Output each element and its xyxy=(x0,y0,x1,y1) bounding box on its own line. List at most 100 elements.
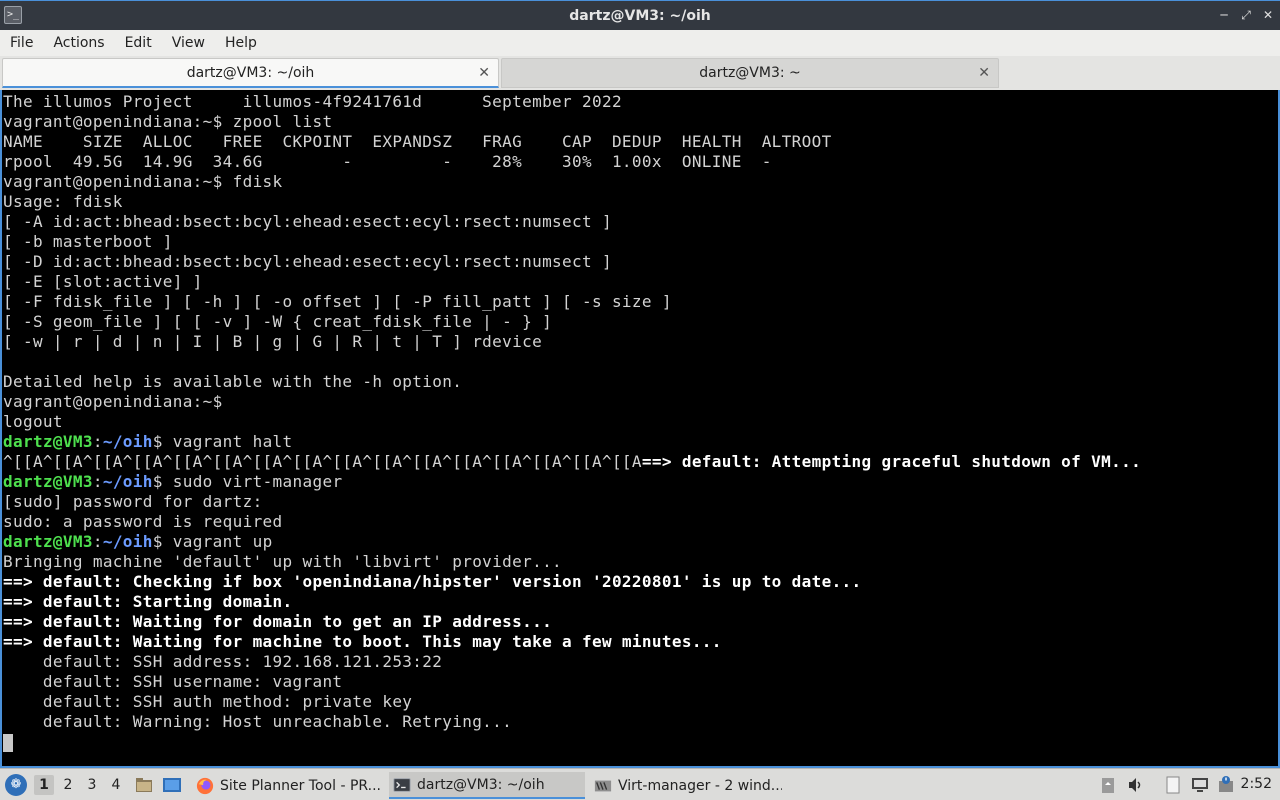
terminal-line: [ -E [slot:active] ] xyxy=(3,272,1278,292)
terminal-icon xyxy=(393,777,411,792)
terminal-output[interactable]: The illumos Project illumos-4f9241761d S… xyxy=(0,90,1280,768)
terminal-line: dartz@VM3:~/oih$ sudo virt-manager xyxy=(3,472,1278,492)
show-desktop-icon[interactable] xyxy=(162,775,182,795)
terminal-text: [ -b masterboot ] xyxy=(3,232,173,251)
terminal-text: dartz@VM3 xyxy=(3,532,93,551)
terminal-text: default: Warning: Host unreachable. Retr… xyxy=(3,712,513,731)
terminal-line: logout xyxy=(3,412,1278,432)
terminal-text: ==> default: Waiting for domain to get a… xyxy=(3,612,553,631)
terminal-text: [ -S geom_file ] [ [ -v ] -W { creat_fdi… xyxy=(3,312,553,331)
clock[interactable]: 2:52 xyxy=(1241,776,1272,792)
terminal-line: ==> default: Waiting for domain to get a… xyxy=(3,612,1278,632)
tab-oih[interactable]: dartz@VM3: ~/oih ✕ xyxy=(2,58,499,88)
close-tab-icon[interactable]: ✕ xyxy=(978,65,990,81)
tab-label: dartz@VM3: ~/oih xyxy=(186,64,315,81)
terminal-line: ^[[A^[[A^[[A^[[A^[[A^[[A^[[A^[[A^[[A^[[A… xyxy=(3,452,1278,472)
terminal-line: ==> default: Waiting for machine to boot… xyxy=(3,632,1278,652)
terminal-cursor xyxy=(3,733,13,752)
update-notifier-icon[interactable] xyxy=(1216,775,1236,795)
terminal-line: ==> default: Checking if box 'openindian… xyxy=(3,572,1278,592)
terminal-cursor-line xyxy=(3,732,1278,752)
terminal-app-icon[interactable]: >_ xyxy=(4,6,22,24)
restore-icon[interactable]: ⤢ xyxy=(1238,7,1254,23)
terminal-line: default: Warning: Host unreachable. Retr… xyxy=(3,712,1278,732)
workspace-3[interactable]: 3 xyxy=(82,775,102,795)
menu-view[interactable]: View xyxy=(162,35,215,51)
tab-bar: dartz@VM3: ~/oih ✕ dartz@VM3: ~ ✕ xyxy=(0,56,1280,90)
virt-manager-icon xyxy=(594,780,612,791)
window-title: dartz@VM3: ~/oih xyxy=(569,7,711,24)
terminal-line: default: SSH username: vagrant xyxy=(3,672,1278,692)
terminal-line: [ -w | r | d | n | I | B | g | G | R | t… xyxy=(3,332,1278,352)
start-menu-icon[interactable]: ❁ xyxy=(5,774,27,796)
terminal-line: [ -D id:act:bhead:bsect:bcyl:ehead:esect… xyxy=(3,252,1278,272)
menu-edit[interactable]: Edit xyxy=(115,35,162,51)
terminal-text: ~/oih xyxy=(102,532,153,551)
taskbar: ❁ 1 2 3 4 Site Planner Tool - PR... dart… xyxy=(0,768,1280,800)
terminal-line: rpool 49.5G 14.9G 34.6G - - 28% 30% 1.00… xyxy=(3,152,1278,172)
monitor-icon[interactable] xyxy=(1190,775,1210,795)
terminal-line: The illumos Project illumos-4f9241761d S… xyxy=(3,92,1278,112)
workspace-1[interactable]: 1 xyxy=(34,775,54,795)
terminal-text: Detailed help is available with the -h o… xyxy=(3,372,463,391)
terminal-text: dartz@VM3 xyxy=(3,472,93,491)
terminal-line: vagrant@openindiana:~$ fdisk xyxy=(3,172,1278,192)
workspace-4[interactable]: 4 xyxy=(106,775,126,795)
close-tab-icon[interactable]: ✕ xyxy=(478,65,490,81)
terminal-line: ==> default: Starting domain. xyxy=(3,592,1278,612)
tab-label: dartz@VM3: ~ xyxy=(699,65,801,81)
terminal-line: [ -b masterboot ] xyxy=(3,232,1278,252)
terminal-line: vagrant@openindiana:~$ xyxy=(3,392,1278,412)
terminal-line: NAME SIZE ALLOC FREE CKPOINT EXPANDSZ FR… xyxy=(3,132,1278,152)
minimize-icon[interactable]: ─ xyxy=(1216,7,1232,23)
terminal-line: Bringing machine 'default' up with 'libv… xyxy=(3,552,1278,572)
volume-icon[interactable] xyxy=(1126,775,1146,795)
terminal-text: Usage: fdisk xyxy=(3,192,123,211)
task-terminal[interactable]: dartz@VM3: ~/oih xyxy=(389,772,585,799)
terminal-line: Detailed help is available with the -h o… xyxy=(3,372,1278,392)
terminal-text: ^[[A^[[A^[[A^[[A^[[A^[[A^[[A^[[A^[[A^[[A… xyxy=(3,452,642,471)
terminal-text: [ -A id:act:bhead:bsect:bcyl:ehead:esect… xyxy=(3,212,612,231)
task-virt-manager[interactable]: Virt-manager - 2 wind... xyxy=(590,772,782,799)
terminal-text: logout xyxy=(3,412,63,431)
terminal-text: [ -F fdisk_file ] [ -h ] [ -o offset ] [… xyxy=(3,292,672,311)
terminal-line: [ -A id:act:bhead:bsect:bcyl:ehead:esect… xyxy=(3,212,1278,232)
task-label: dartz@VM3: ~/oih xyxy=(417,776,545,793)
terminal-text: ==> default: Checking if box 'openindian… xyxy=(3,572,862,591)
terminal-line: Usage: fdisk xyxy=(3,192,1278,212)
window-titlebar[interactable]: >_ dartz@VM3: ~/oih ─ ⤢ ✕ xyxy=(0,0,1280,30)
tab-home[interactable]: dartz@VM3: ~ ✕ xyxy=(501,58,999,88)
terminal-line: default: SSH auth method: private key xyxy=(3,692,1278,712)
workspace-2[interactable]: 2 xyxy=(58,775,78,795)
terminal-text: ~/oih xyxy=(102,432,153,451)
terminal-text: : xyxy=(92,472,103,491)
task-site-planner[interactable]: Site Planner Tool - PR... xyxy=(192,772,382,799)
terminal-text: $ vagrant halt xyxy=(152,432,293,451)
clipboard-icon[interactable] xyxy=(1098,775,1118,795)
terminal-text: ~/oih xyxy=(102,472,153,491)
task-label: Virt-manager - 2 wind... xyxy=(618,777,782,794)
menu-file[interactable]: File xyxy=(0,35,43,51)
notes-icon[interactable] xyxy=(1163,775,1183,795)
close-icon[interactable]: ✕ xyxy=(1260,7,1276,23)
menu-bar: File Actions Edit View Help xyxy=(0,30,1280,56)
terminal-line: vagrant@openindiana:~$ zpool list xyxy=(3,112,1278,132)
terminal-text: rpool 49.5G 14.9G 34.6G - - 28% 30% 1.00… xyxy=(3,152,772,171)
terminal-text: $ vagrant up xyxy=(152,532,273,551)
terminal-text: $ sudo virt-manager xyxy=(152,472,343,491)
terminal-line: [ -S geom_file ] [ [ -v ] -W { creat_fdi… xyxy=(3,312,1278,332)
terminal-text: The illumos Project illumos-4f9241761d S… xyxy=(3,92,622,111)
terminal-text: Bringing machine 'default' up with 'libv… xyxy=(3,552,563,571)
terminal-text: ==> default: Attempting graceful shutdow… xyxy=(641,452,1142,471)
terminal-text: ==> default: Starting domain. xyxy=(3,592,293,611)
terminal-text: [ -w | r | d | n | I | B | g | G | R | t… xyxy=(3,332,543,351)
terminal-text: : xyxy=(92,432,103,451)
terminal-text: vagrant@openindiana:~$ xyxy=(3,392,223,411)
terminal-text: default: SSH auth method: private key xyxy=(3,692,413,711)
terminal-line: dartz@VM3:~/oih$ vagrant halt xyxy=(3,432,1278,452)
file-manager-icon[interactable] xyxy=(134,775,154,795)
menu-actions[interactable]: Actions xyxy=(43,35,114,51)
menu-help[interactable]: Help xyxy=(215,35,267,51)
terminal-text: [sudo] password for dartz: xyxy=(3,492,263,511)
